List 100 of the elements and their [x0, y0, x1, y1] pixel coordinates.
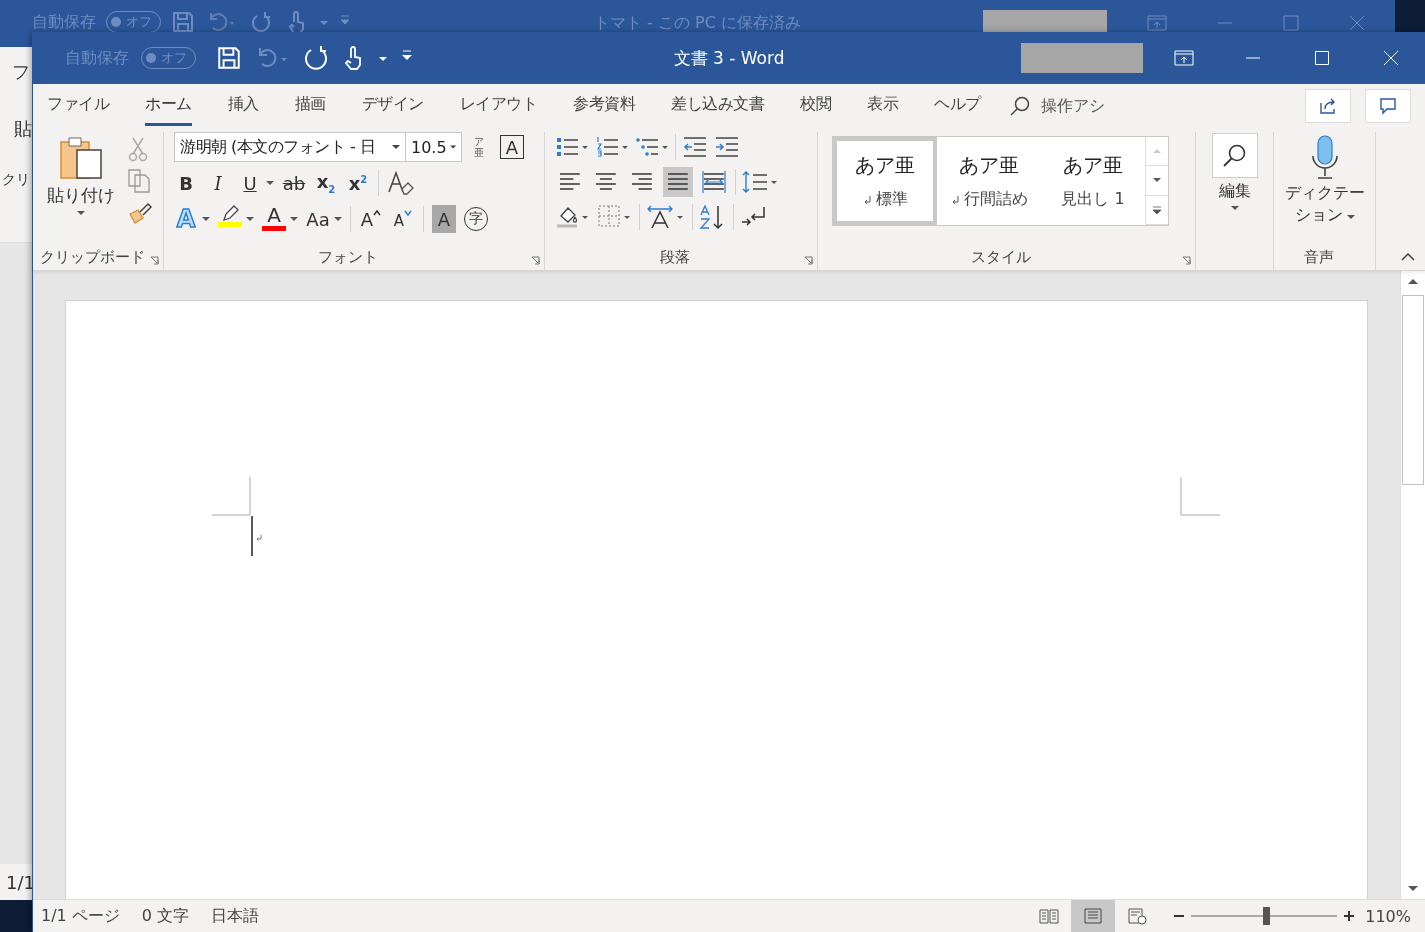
share-button[interactable]: [1305, 89, 1351, 123]
character-spacing-icon[interactable]: [646, 204, 686, 230]
group-label: クリップボード: [39, 247, 145, 267]
align-icon: [594, 171, 618, 193]
maximize-icon: [1313, 50, 1330, 66]
format-painter-icon[interactable]: [127, 200, 153, 226]
line-spacing-icon[interactable]: [742, 170, 780, 194]
vertical-scrollbar[interactable]: [1400, 271, 1425, 899]
clear-formatting-icon[interactable]: [387, 170, 415, 196]
group-label: クリ: [2, 171, 30, 189]
format-button[interactable]: Aa: [306, 205, 330, 233]
caret-up-icon: [1153, 148, 1161, 155]
word-count[interactable]: 0 文字: [141, 905, 190, 927]
increase-indent-icon[interactable]: [714, 135, 740, 159]
find-button[interactable]: [1211, 133, 1258, 178]
format-button[interactable]: ab: [282, 169, 306, 197]
bullets-icon[interactable]: [555, 135, 589, 159]
zoom-in-icon[interactable]: [1343, 910, 1356, 922]
editing-button[interactable]: 編集: [1218, 181, 1251, 202]
ribbon-tab[interactable]: 表示: [867, 86, 898, 126]
ribbon-tab[interactable]: ホーム: [145, 86, 192, 126]
close-icon: [1382, 50, 1399, 66]
style-item[interactable]: あア亜 行間詰め: [937, 137, 1041, 225]
format-button[interactable]: A: [432, 205, 456, 233]
ribbon-tab[interactable]: 参考資料: [573, 86, 635, 126]
autosave-label: 自動保存: [65, 47, 129, 69]
window-title: 文書 3 - Word: [673, 46, 785, 70]
dialog-launcher-icon[interactable]: [531, 256, 540, 265]
ribbon-tab[interactable]: 差し込み文書: [671, 86, 764, 126]
group-label: フォント: [318, 247, 378, 267]
font-name-field[interactable]: 游明朝 (本文のフォント - 日: [174, 132, 406, 162]
copy-icon[interactable]: [127, 168, 151, 194]
align-icon: [666, 171, 690, 193]
dialog-launcher-icon[interactable]: [804, 256, 813, 265]
format-button[interactable]: x$_{2}$: [314, 169, 338, 197]
page-count[interactable]: 1/1 ページ: [41, 905, 120, 927]
format-button[interactable]: A: [262, 204, 286, 234]
ribbon-tab[interactable]: 校閲: [800, 86, 831, 126]
caret-icon: [1346, 214, 1355, 220]
caret-icon[interactable]: [202, 216, 210, 222]
more-icon: [1153, 205, 1161, 214]
align-icon: [702, 171, 726, 193]
phonetic-guide-button[interactable]: ア 亜: [474, 136, 484, 158]
caret-icon[interactable]: [1230, 205, 1239, 211]
format-button[interactable]: x$^{2}$: [346, 169, 370, 197]
collapse-ribbon-icon[interactable]: [1401, 252, 1415, 262]
format-button[interactable]: A: [391, 205, 415, 233]
dialog-launcher-icon[interactable]: [150, 256, 159, 265]
zoom-slider[interactable]: [1191, 907, 1338, 925]
view-button[interactable]: [1071, 900, 1116, 932]
ribbon-tab[interactable]: デザイン: [361, 86, 424, 126]
dictate-button[interactable]: ディクテーション: [1283, 182, 1366, 226]
caret-icon[interactable]: [334, 216, 342, 222]
paste-button[interactable]: 貼り付け: [47, 132, 115, 244]
format-button[interactable]: B: [174, 169, 198, 197]
book-icon: [1038, 907, 1061, 925]
clipboard-icon: [57, 134, 105, 182]
share-icon: [1319, 97, 1337, 115]
text-cursor: [251, 516, 263, 558]
alignment-button[interactable]: [663, 167, 693, 197]
paste-label[interactable]: 貼: [14, 117, 32, 141]
ribbon-display-icon: [1173, 50, 1194, 66]
tell-me-field[interactable]: 操作アシ: [1040, 95, 1105, 117]
font-size-field[interactable]: 10.5: [405, 132, 462, 162]
corner-mark: [1180, 477, 1220, 517]
scroll-down-icon[interactable]: [1408, 886, 1418, 892]
search-icon[interactable]: [1008, 95, 1031, 117]
ribbon-tab[interactable]: ファイル: [47, 86, 109, 126]
tab-label[interactable]: フ: [12, 60, 30, 84]
caret-down-icon: [1153, 177, 1161, 184]
minimize-icon: [1244, 57, 1261, 59]
caret-up-icon: [373, 209, 382, 217]
multilevel-list-icon[interactable]: [635, 135, 669, 159]
ribbon-tab[interactable]: 描画: [294, 86, 326, 126]
format-button[interactable]: I: [206, 169, 230, 197]
dialog-launcher-icon[interactable]: [1182, 256, 1191, 265]
redo-icon[interactable]: [302, 44, 330, 72]
caret-icon[interactable]: [290, 216, 298, 222]
style-item[interactable]: あア亜 見出し 1: [1041, 137, 1145, 225]
character-border-button[interactable]: A: [500, 135, 524, 159]
decrease-indent-icon[interactable]: [682, 135, 708, 159]
comments-button[interactable]: [1365, 89, 1411, 123]
numbering-icon[interactable]: [595, 135, 629, 159]
scroll-up-icon[interactable]: [1408, 278, 1418, 284]
close-icon[interactable]: [1349, 15, 1365, 31]
ribbon-tab[interactable]: 挿入: [227, 86, 259, 126]
autosave-label: 自動保存: [32, 11, 96, 33]
page-count: 1/1: [6, 871, 35, 893]
ribbon-tab[interactable]: ヘルプ: [934, 86, 981, 126]
format-button[interactable]: A: [359, 205, 383, 233]
save-icon[interactable]: [216, 45, 242, 71]
group-label: スタイル: [970, 247, 1031, 267]
caret-icon[interactable]: [246, 216, 254, 222]
format-button[interactable]: U: [238, 169, 262, 197]
language-indicator[interactable]: 日本語: [211, 905, 260, 927]
scrollbar-thumb[interactable]: [1402, 295, 1424, 485]
ribbon-tab[interactable]: レイアウト: [459, 86, 537, 126]
zoom-level[interactable]: 110%: [1365, 906, 1411, 926]
caret-icon[interactable]: [266, 180, 274, 186]
style-item[interactable]: あア亜 標準: [833, 137, 937, 225]
